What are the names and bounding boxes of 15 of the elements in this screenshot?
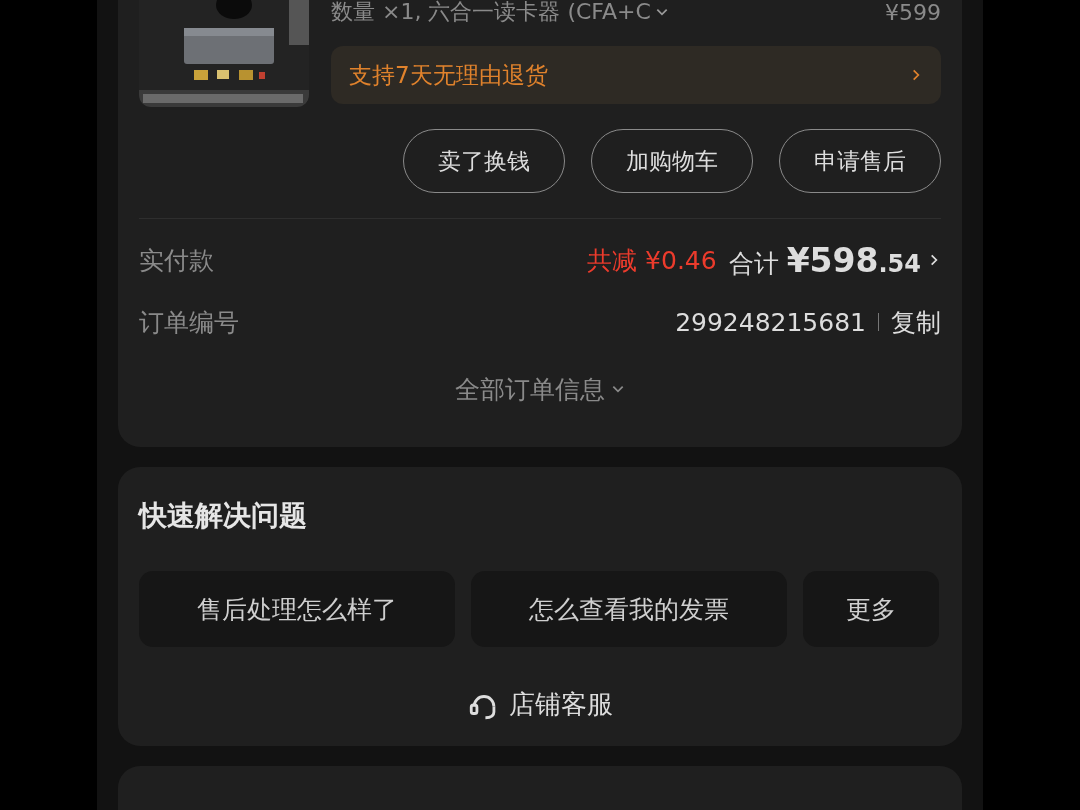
order-number: 299248215681: [675, 307, 866, 337]
row-label: 订单编号: [139, 306, 239, 339]
row-label: 实付款: [139, 244, 214, 277]
return-policy-bar[interactable]: 支持7天无理由退货: [331, 46, 941, 104]
section-title: 快速解决问题: [139, 498, 308, 534]
quick-question-chip[interactable]: 更多: [803, 571, 939, 647]
copy-link[interactable]: 复制: [891, 305, 941, 339]
discount-amount: 共减 ¥0.46: [587, 244, 717, 277]
expand-order-info-link[interactable]: 全部订单信息: [455, 372, 605, 406]
product-price: ¥599: [885, 0, 941, 25]
quick-question-chip[interactable]: 怎么查看我的发票: [471, 571, 787, 647]
total-amount[interactable]: 合计 ¥598.54: [728, 240, 921, 280]
shop-service-link[interactable]: 店铺客服: [509, 687, 613, 722]
product-spec[interactable]: 数量 ×1, 六合一读卡器 (CFA+C: [331, 0, 651, 27]
quick-question-chip[interactable]: 售后处理怎么样了: [139, 571, 455, 647]
